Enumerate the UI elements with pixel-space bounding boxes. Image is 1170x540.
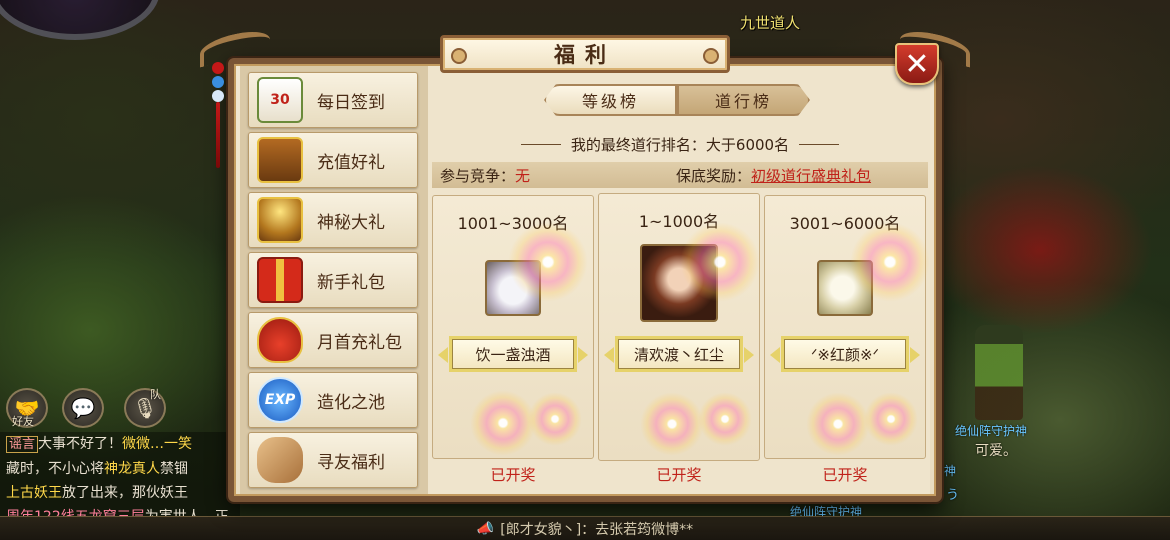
tab-level-ranking[interactable]: 等级榜 (544, 84, 677, 116)
rank-range: 3001~6000名 (789, 214, 901, 233)
divider (799, 143, 840, 145)
reward-name: 饮一盏浊酒 (438, 336, 588, 372)
menu-item-recharge-gift[interactable]: 充值好礼 (248, 132, 418, 188)
participate-label: 参与竞争： (440, 167, 516, 185)
menu-item-label: 寻友福利 (317, 452, 385, 473)
reward-card-3: 3001~6000名 ᐟ※红颜※ᐟ (764, 195, 926, 459)
chat-npc-name[interactable]: 上古妖王 (6, 485, 62, 501)
calendar-icon: 30 (257, 77, 303, 123)
info-bar: 参与竞争：无 保底奖励：初级道行盛典礼包 (432, 162, 928, 188)
menu-item-creation-pool[interactable]: EXP 造化之池 (248, 372, 418, 428)
open-chest-icon (257, 197, 303, 243)
friend-label: 好友 (12, 415, 34, 428)
guarantee-reward-link[interactable]: 初级道行盛典礼包 (751, 167, 871, 185)
cloud-item-icon[interactable] (817, 260, 873, 316)
chat-player-name[interactable]: 微微…一笑 (122, 436, 192, 452)
divider (520, 143, 561, 145)
menu-item-daily-checkin[interactable]: 30 每日签到 (248, 72, 418, 128)
welfare-menu: 30 每日签到 充值好礼 神秘大礼 新手礼包 月首充礼包 EXP 造化之池 寻友… (240, 66, 428, 494)
chat-text: 禁锢 (160, 461, 188, 477)
close-button[interactable]: ✕ (895, 43, 939, 85)
participate-value: 无 (515, 167, 531, 185)
menu-item-mystery-gift[interactable]: 神秘大礼 (248, 192, 418, 248)
menu-item-label: 每日签到 (317, 92, 385, 113)
menu-item-find-friend[interactable]: 寻友福利 (248, 432, 418, 488)
guard-title: 绝仙阵守护神 (955, 424, 1028, 438)
menu-item-label: 新手礼包 (317, 272, 385, 293)
chat-line: 藏时，不小心将神龙真人禁锢 (6, 457, 240, 481)
menu-item-label: 造化之池 (317, 392, 385, 413)
guarantee-label: 保底奖励： (676, 167, 752, 185)
dialog-title: 福利 (440, 35, 730, 73)
npc-name[interactable]: 九世道人 (740, 12, 800, 33)
money-bag-icon (257, 317, 303, 363)
warrior-character[interactable] (975, 325, 1023, 420)
chat-text: 大事不好了！ (38, 436, 123, 452)
treasure-chest-icon (257, 137, 303, 183)
status-drawn: 已开奖 (822, 466, 868, 484)
chat-npc-name[interactable]: 神龙真人 (104, 461, 160, 477)
my-rank-text: 我的最终道行排名：大于6000名 (570, 135, 790, 154)
chat-line: 谣言 大事不好了！微微…一笑 (6, 432, 240, 457)
status-drawn: 已开奖 (490, 466, 536, 484)
guard-speech: 可爱。 (975, 443, 1017, 459)
ranking-tabs: 等级榜 道行榜 (544, 84, 810, 116)
exp-icon: EXP (257, 377, 303, 423)
reward-card-1: 1001~3000名 饮一盏浊酒 (432, 195, 594, 459)
status-drawn: 已开奖 (656, 466, 702, 484)
gift-box-icon (257, 257, 303, 303)
system-message-bar[interactable]: 📣 [郎才女貌丶]：去张若筠微博** (0, 516, 1170, 540)
rank-range: 1001~3000名 (457, 214, 569, 233)
chat-button[interactable]: 💬 (62, 388, 104, 428)
megaphone-icon: 📣 (476, 520, 495, 537)
tassel-ornament (210, 62, 226, 172)
tab-daoxing-ranking[interactable]: 道行榜 (677, 84, 810, 116)
chat-text: 藏时，不小心将 (6, 461, 104, 477)
rank-range: 1~1000名 (638, 212, 720, 231)
chat-line: 上古妖王放了出来，那伙妖王 (6, 481, 240, 505)
participate-info: 参与竞争：无 (440, 165, 530, 186)
close-icon: ✕ (904, 46, 930, 82)
team-label[interactable]: 队 (150, 386, 161, 402)
reward-name: 清欢渡丶红尘 (604, 336, 754, 372)
chat-text: 放了出来，那伙妖王 (62, 485, 188, 501)
handshake-icon (257, 437, 303, 483)
system-message: [郎才女貌丶]：去张若筠微博** (500, 521, 694, 538)
menu-item-label: 月首充礼包 (317, 332, 402, 353)
speech-bubble-icon: 💬 (70, 396, 96, 420)
my-rank-line: 我的最终道行排名：大于6000名 (440, 132, 920, 156)
reward-card-2: 1~1000名 清欢渡丶红尘 (598, 193, 760, 461)
portrait-icon[interactable] (640, 244, 718, 322)
menu-item-label: 充值好礼 (317, 152, 385, 173)
edge-text: う (946, 488, 960, 503)
rabbit-pet-icon[interactable] (485, 260, 541, 316)
menu-item-label: 神秘大礼 (317, 212, 385, 233)
chat-log[interactable]: 谣言 大事不好了！微微…一笑 藏时，不小心将神龙真人禁锢 上古妖王放了出来，那伙妖… (0, 432, 240, 522)
reward-name: ᐟ※红颜※ᐟ (770, 336, 920, 372)
menu-item-newbie-pack[interactable]: 新手礼包 (248, 252, 418, 308)
guarantee-info: 保底奖励：初级道行盛典礼包 (676, 165, 871, 186)
menu-item-monthly-recharge[interactable]: 月首充礼包 (248, 312, 418, 368)
edge-text: 神 (944, 464, 957, 478)
rumor-tag: 谣言 (6, 436, 39, 453)
